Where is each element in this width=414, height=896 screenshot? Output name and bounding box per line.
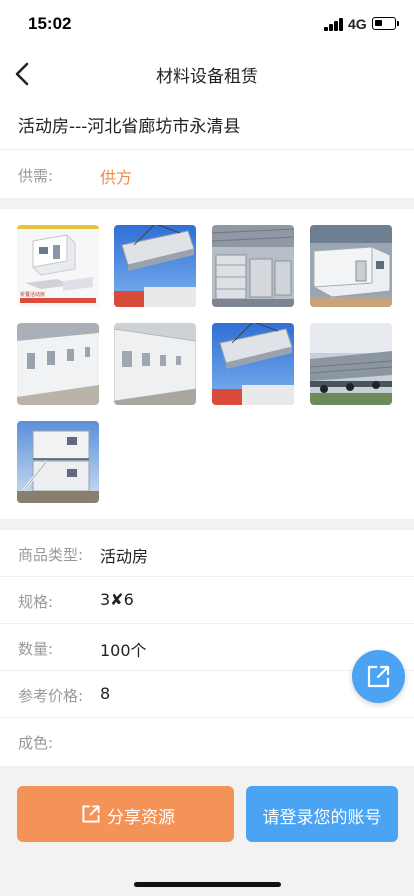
supply-label: 供需: xyxy=(18,167,54,185)
detail-label: 参考价格: xyxy=(18,687,84,705)
gallery-image[interactable] xyxy=(310,225,392,307)
share-icon xyxy=(82,805,100,823)
signal-icon xyxy=(324,18,344,31)
detail-label: 成色: xyxy=(18,734,54,752)
detail-label: 规格: xyxy=(18,593,54,611)
nav-bar: 材料设备租赁 xyxy=(0,50,414,98)
status-bar: 15:02 4G xyxy=(0,0,414,50)
detail-row-quantity: 数量: 100个 xyxy=(0,624,414,671)
supply-value: 供方 xyxy=(100,168,133,187)
gallery-image[interactable] xyxy=(17,323,99,405)
details-section: 商品类型: 活动房 规格: 3✘6 数量: 100个 参考价格: 8 成色: xyxy=(0,530,414,766)
bottom-action-bar: 分享资源 请登录您的账号 xyxy=(0,767,414,896)
ad-caption: 折叠活动房 xyxy=(20,291,45,298)
detail-value: 100个 xyxy=(100,641,147,660)
gallery-image[interactable] xyxy=(310,323,392,405)
gallery-image[interactable] xyxy=(17,421,99,503)
gallery-image[interactable]: 折叠活动房 xyxy=(17,225,99,307)
share-fab-button[interactable] xyxy=(352,650,405,703)
gallery-image[interactable] xyxy=(114,225,196,307)
share-icon xyxy=(367,665,390,688)
detail-row-spec: 规格: 3✘6 xyxy=(0,577,414,624)
share-resource-button[interactable]: 分享资源 xyxy=(17,786,234,842)
detail-row-type: 商品类型: 活动房 xyxy=(0,530,414,577)
gallery-image[interactable] xyxy=(212,323,294,405)
battery-icon xyxy=(372,17,396,30)
battery-cap xyxy=(397,21,399,26)
detail-label: 商品类型: xyxy=(18,546,84,564)
listing-title: 活动房---河北省廊坊市永清县 xyxy=(18,117,241,137)
image-gallery: 折叠活动房 xyxy=(0,209,414,519)
listing-title-section: 活动房---河北省廊坊市永清县 xyxy=(0,98,414,150)
page-title: 材料设备租赁 xyxy=(156,67,258,87)
supply-row: 供需: 供方 xyxy=(0,150,414,198)
network-label: 4G xyxy=(348,16,367,32)
share-resource-label: 分享资源 xyxy=(107,808,175,828)
gallery-image[interactable] xyxy=(114,323,196,405)
detail-row-condition: 成色: xyxy=(0,718,414,765)
home-indicator[interactable] xyxy=(134,882,281,887)
gallery-image[interactable] xyxy=(212,225,294,307)
detail-value: 3✘6 xyxy=(100,590,134,609)
detail-value: 8 xyxy=(100,684,111,703)
login-label: 请登录您的账号 xyxy=(262,808,382,828)
status-time: 15:02 xyxy=(28,14,72,33)
detail-label: 数量: xyxy=(18,640,54,658)
detail-value: 活动房 xyxy=(100,547,149,566)
login-button[interactable]: 请登录您的账号 xyxy=(246,786,398,842)
